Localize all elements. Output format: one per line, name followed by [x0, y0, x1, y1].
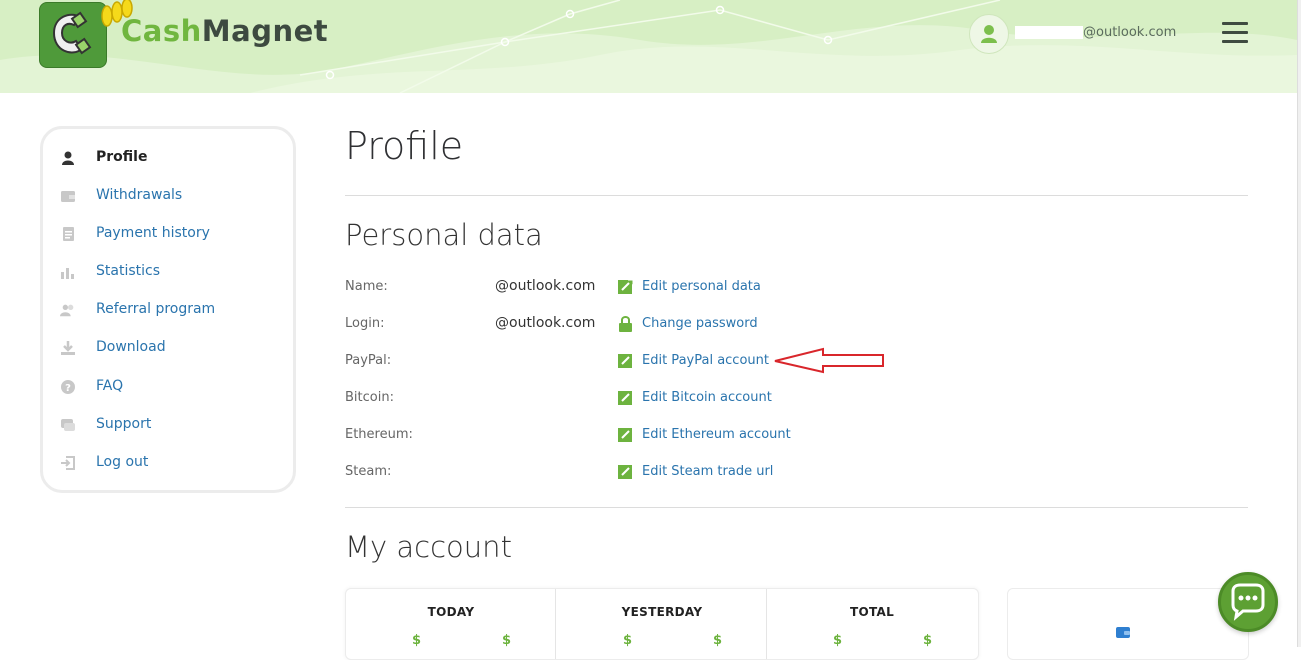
download-icon	[61, 341, 75, 355]
dollar-icon: $	[502, 633, 512, 648]
user-icon	[62, 151, 74, 165]
row-value: @outlook.com	[495, 278, 596, 294]
earnings-stats-card: TODAY $ $ YESTERDAY $ $ TOTAL $ $	[345, 588, 979, 660]
sidebar-item-faq[interactable]: ? FAQ	[60, 375, 280, 399]
stat-header: TODAY	[427, 605, 475, 619]
page-title: Profile	[345, 124, 464, 168]
hamburger-menu-icon[interactable]	[1222, 22, 1248, 44]
row-key: Bitcoin:	[345, 390, 394, 405]
wallet-icon	[61, 191, 75, 202]
logo[interactable]: CashMagnet	[39, 0, 328, 70]
sidebar-item-label: Support	[96, 416, 152, 432]
sidebar-item-label: Log out	[96, 454, 149, 470]
site-header: CashMagnet @outlook.com	[0, 0, 1297, 93]
chat-bubble-icon	[1231, 583, 1265, 621]
dollar-icon: $	[923, 633, 933, 648]
edit-icon	[618, 279, 634, 294]
my-account-title: My account	[345, 530, 512, 564]
personal-data-row-bitcoin: Bitcoin: Edit Bitcoin account	[345, 388, 905, 408]
question-icon: ?	[61, 380, 75, 394]
sidebar-item-referral-program[interactable]: Referral program	[60, 298, 280, 322]
magnet-logo-icon	[39, 2, 107, 68]
dollar-icon: $	[833, 633, 843, 648]
wallet-icon	[1116, 627, 1130, 638]
user-avatar-icon	[969, 14, 1009, 54]
edit-ethereum-account-link[interactable]: Edit Ethereum account	[617, 425, 877, 445]
balance-card	[1007, 588, 1249, 660]
edit-personal-data-link[interactable]: Edit personal data	[617, 277, 877, 297]
edit-bitcoin-account-link[interactable]: Edit Bitcoin account	[617, 388, 877, 408]
sidebar-item-label: Payment history	[96, 225, 210, 241]
row-key: Login:	[345, 316, 385, 331]
stat-total: TOTAL $ $	[767, 589, 977, 659]
edit-icon	[618, 465, 632, 479]
action-label: Change password	[642, 316, 758, 331]
document-icon	[63, 227, 74, 241]
sidebar-item-support[interactable]: Support	[60, 413, 280, 437]
divider	[345, 507, 1248, 508]
stat-header: TOTAL	[849, 605, 895, 619]
edit-icon	[618, 354, 632, 368]
logo-word-magnet: Magnet	[201, 14, 329, 48]
users-icon	[60, 304, 74, 317]
row-key: Name:	[345, 279, 388, 294]
personal-data-row-steam: Steam: Edit Steam trade url	[345, 462, 905, 482]
stat-today: TODAY $ $	[346, 589, 556, 659]
live-chat-button[interactable]	[1218, 572, 1278, 632]
redacted-username	[1015, 26, 1083, 39]
stat-yesterday: YESTERDAY $ $	[557, 589, 767, 659]
edit-steam-trade-url-link[interactable]: Edit Steam trade url	[617, 462, 877, 482]
logout-icon	[61, 456, 75, 470]
svg-text:?: ?	[65, 383, 71, 394]
sidebar-nav: Profile Withdrawals Payment history Stat…	[40, 126, 296, 493]
change-password-link[interactable]: Change password	[617, 314, 877, 334]
sidebar-item-payment-history[interactable]: Payment history	[60, 222, 280, 246]
dollar-icon: $	[713, 633, 723, 648]
row-key: Ethereum:	[345, 427, 413, 442]
sidebar-item-profile[interactable]: Profile	[60, 146, 280, 170]
lock-icon	[619, 316, 632, 332]
red-arrow-annotation	[774, 347, 884, 374]
logo-word-cash: Cash	[121, 14, 202, 48]
sidebar-item-logout[interactable]: Log out	[60, 451, 280, 475]
edit-icon	[618, 391, 632, 405]
user-email: @outlook.com	[1083, 25, 1177, 40]
dollar-icon: $	[412, 633, 422, 648]
personal-data-title: Personal data	[345, 218, 543, 252]
edit-icon	[618, 428, 632, 442]
sidebar-item-label: Statistics	[96, 263, 160, 279]
personal-data-row-login: Login: @outlook.com Change password	[345, 314, 905, 334]
sidebar-item-download[interactable]: Download	[60, 336, 280, 360]
sidebar-item-withdrawals[interactable]: Withdrawals	[60, 184, 280, 208]
sidebar-item-statistics[interactable]: Statistics	[60, 260, 280, 284]
divider	[345, 195, 1248, 196]
action-label: Edit Steam trade url	[642, 464, 774, 479]
action-label: Edit PayPal account	[642, 353, 769, 368]
sidebar-item-label: Profile	[96, 149, 148, 165]
stat-header: YESTERDAY	[621, 605, 703, 619]
action-label: Edit Ethereum account	[642, 427, 791, 442]
dollar-icon: $	[623, 633, 633, 648]
sidebar-item-label: Withdrawals	[96, 187, 183, 203]
scrollbar[interactable]	[1297, 0, 1301, 647]
row-key: Steam:	[345, 464, 392, 479]
row-value: @outlook.com	[495, 315, 596, 331]
action-label: Edit personal data	[642, 279, 761, 294]
action-label: Edit Bitcoin account	[642, 390, 772, 405]
personal-data-row-ethereum: Ethereum: Edit Ethereum account	[345, 425, 905, 445]
row-key: PayPal:	[345, 353, 392, 368]
sidebar-item-label: Referral program	[96, 301, 216, 317]
bar-chart-icon	[61, 268, 74, 279]
sidebar-item-label: FAQ	[96, 378, 124, 394]
personal-data-row-name: Name: @outlook.com Edit personal data	[345, 277, 905, 297]
logo-text: CashMagnet	[121, 14, 328, 48]
sidebar-item-label: Download	[96, 339, 166, 355]
chat-icon	[61, 419, 75, 431]
